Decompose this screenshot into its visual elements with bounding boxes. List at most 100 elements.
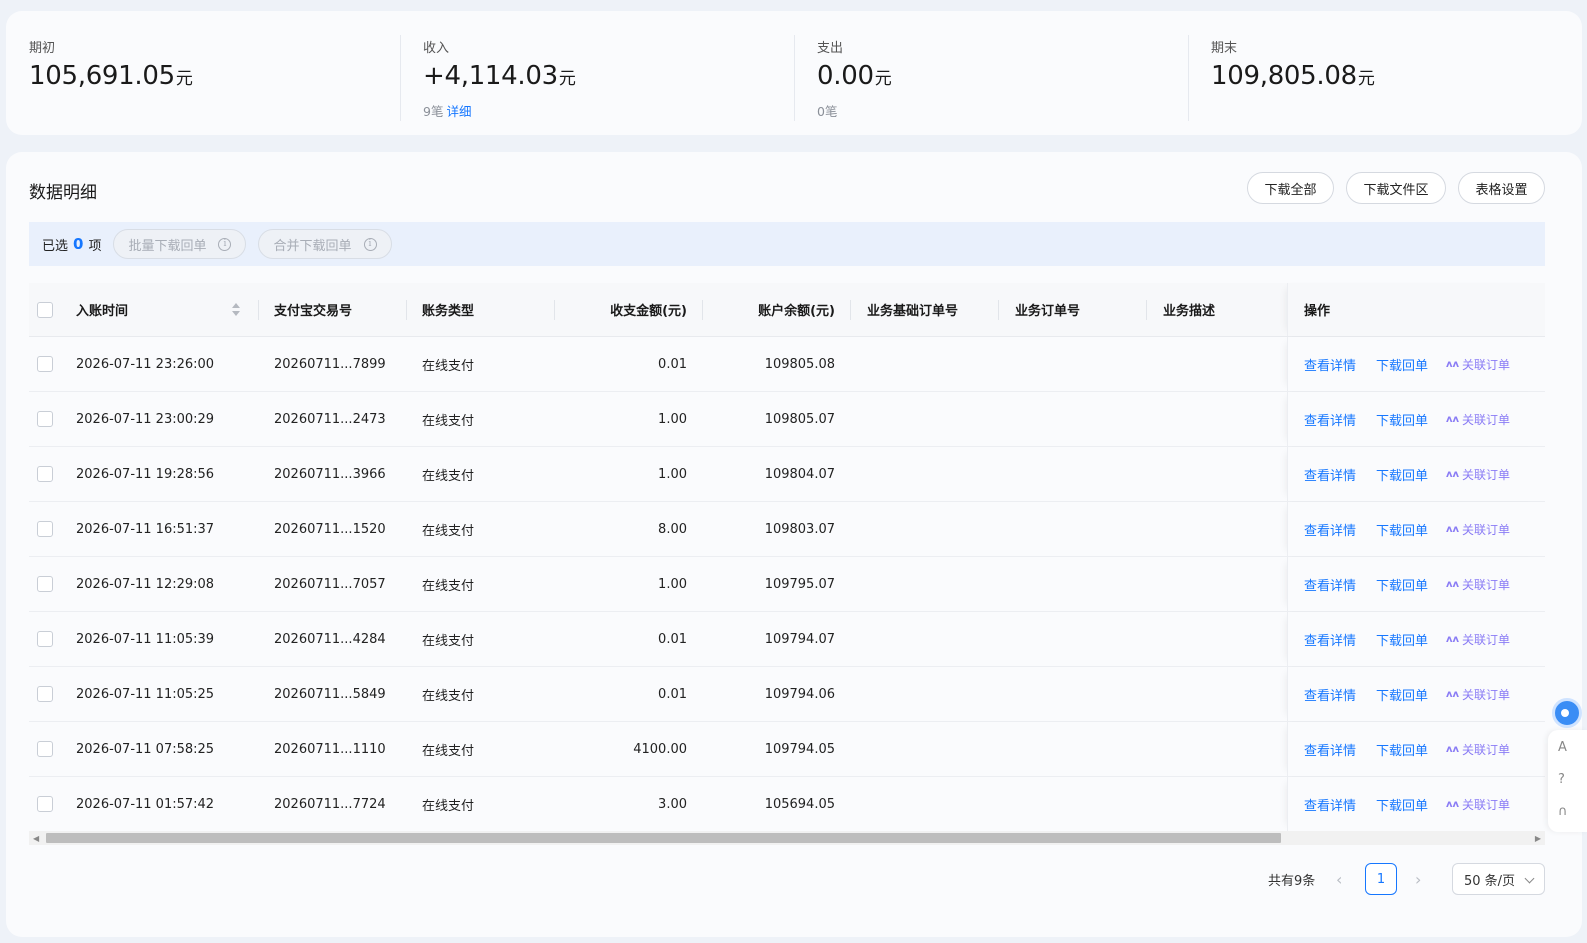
row-checkbox[interactable]	[37, 631, 53, 647]
download-receipt-link[interactable]: 下载回单	[1376, 337, 1428, 391]
scrollbar-thumb[interactable]	[46, 833, 1281, 843]
cell-time: 2026-07-11 16:51:37	[76, 521, 215, 537]
download-area-button[interactable]: 下载文件区	[1346, 172, 1446, 204]
stat-amount: 109,805.08元	[1211, 61, 1375, 91]
link-order-link[interactable]: ʌʌ 关联订单	[1446, 447, 1510, 501]
ai-icon[interactable]: A	[1558, 740, 1567, 755]
stat-label: 收入	[423, 41, 450, 56]
link-order-link[interactable]: ʌʌ 关联订单	[1446, 777, 1510, 831]
link-order-link[interactable]: ʌʌ 关联订单	[1446, 557, 1510, 611]
horizontal-scrollbar[interactable]: ◀ ▶	[29, 831, 1545, 845]
floating-assistant[interactable]: A ? ∩	[1548, 692, 1587, 832]
cell-trade-no: 20260711...5849	[274, 686, 386, 702]
info-icon: i	[218, 237, 232, 251]
view-detail-link[interactable]: 查看详情	[1304, 557, 1356, 611]
select-all-checkbox[interactable]	[37, 301, 53, 318]
chevron-down-icon	[1524, 873, 1535, 884]
cell-trade-no: 20260711...4284	[274, 631, 386, 647]
link-order-link[interactable]: ʌʌ 关联订单	[1446, 337, 1510, 391]
view-detail-link[interactable]: 查看详情	[1304, 722, 1356, 776]
stat-closing: 期末 109,805.08元	[1188, 11, 1582, 135]
scroll-left-icon[interactable]: ◀	[33, 834, 39, 843]
cell-balance: 109805.07	[764, 411, 835, 427]
table-header-row: 入账时间 支付宝交易号 账务类型 收支金额(元) 账户余额(元) 业务基础订单号…	[29, 283, 1545, 337]
sort-icon[interactable]	[231, 303, 241, 317]
page-size-select[interactable]: 50 条/页	[1452, 863, 1545, 895]
column-divider	[1146, 300, 1147, 320]
row-checkbox[interactable]	[37, 686, 53, 702]
download-receipt-link[interactable]: 下载回单	[1376, 612, 1428, 666]
ai-sparkle-icon: ʌʌ	[1446, 358, 1460, 370]
row-checkbox[interactable]	[37, 521, 53, 537]
ai-sparkle-icon: ʌʌ	[1446, 523, 1460, 535]
cell-trade-no: 20260711...7724	[274, 796, 386, 812]
download-receipt-link[interactable]: 下载回单	[1376, 447, 1428, 501]
selection-bar: 已选 0 项 批量下载回单 i 合并下载回单 i	[29, 222, 1545, 266]
cell-trade-no: 20260711...7057	[274, 576, 386, 592]
batch-download-button[interactable]: 批量下载回单 i	[113, 229, 247, 259]
header-base-order: 业务基础订单号	[867, 304, 959, 319]
cell-balance: 109794.05	[764, 741, 835, 757]
row-ops: 查看详情 下载回单 ʌʌ 关联订单	[1287, 447, 1545, 501]
header-desc: 业务描述	[1163, 304, 1216, 319]
cell-type: 在线支付	[422, 743, 475, 759]
view-detail-link[interactable]: 查看详情	[1304, 392, 1356, 446]
header-trade-no: 支付宝交易号	[274, 304, 353, 319]
cell-balance: 109795.07	[764, 576, 835, 592]
assistant-bot-icon[interactable]	[1552, 698, 1582, 728]
cell-trade-no: 20260711...3966	[274, 466, 386, 482]
cell-trade-no: 20260711...7899	[274, 356, 386, 372]
view-detail-link[interactable]: 查看详情	[1304, 502, 1356, 556]
cell-type: 在线支付	[422, 688, 475, 704]
row-ops: 查看详情 下载回单 ʌʌ 关联订单	[1287, 337, 1545, 391]
page-number-button[interactable]: 1	[1365, 863, 1397, 895]
link-order-link[interactable]: ʌʌ 关联订单	[1446, 667, 1510, 721]
download-all-button[interactable]: 下载全部	[1247, 172, 1334, 204]
cell-trade-no: 20260711...1520	[274, 521, 386, 537]
table-row: 2026-07-11 16:51:37 20260711...1520 在线支付 8.…	[29, 502, 1545, 557]
link-order-link[interactable]: ʌʌ 关联订单	[1446, 722, 1510, 776]
link-order-link[interactable]: ʌʌ 关联订单	[1446, 612, 1510, 666]
selection-suffix: 项	[88, 238, 102, 254]
view-detail-link[interactable]: 查看详情	[1304, 337, 1356, 391]
view-detail-link[interactable]: 查看详情	[1304, 667, 1356, 721]
row-checkbox[interactable]	[37, 576, 53, 592]
merge-download-button[interactable]: 合并下载回单 i	[258, 229, 392, 259]
income-detail-link[interactable]: 详细	[446, 104, 471, 119]
view-detail-link[interactable]: 查看详情	[1304, 447, 1356, 501]
download-receipt-link[interactable]: 下载回单	[1376, 777, 1428, 831]
download-receipt-link[interactable]: 下载回单	[1376, 392, 1428, 446]
cell-amount: 1.00	[658, 576, 687, 592]
link-order-link[interactable]: ʌʌ 关联订单	[1446, 502, 1510, 556]
view-detail-link[interactable]: 查看详情	[1304, 777, 1356, 831]
selection-count: 0	[73, 235, 84, 253]
cell-balance: 105694.05	[764, 796, 835, 812]
table-body: 2026-07-11 23:26:00 20260711...7899 在线支付 0.…	[29, 337, 1545, 832]
link-order-link[interactable]: ʌʌ 关联订单	[1446, 392, 1510, 446]
scroll-right-icon[interactable]: ▶	[1535, 834, 1541, 843]
view-detail-link[interactable]: 查看详情	[1304, 612, 1356, 666]
cell-type: 在线支付	[422, 358, 475, 374]
headset-icon[interactable]: ∩	[1558, 804, 1568, 819]
row-checkbox[interactable]	[37, 796, 53, 812]
cell-balance: 109803.07	[764, 521, 835, 537]
row-checkbox[interactable]	[37, 411, 53, 427]
row-checkbox[interactable]	[37, 356, 53, 372]
download-receipt-link[interactable]: 下载回单	[1376, 667, 1428, 721]
next-page-icon[interactable]: ›	[1415, 863, 1421, 895]
help-icon[interactable]: ?	[1558, 772, 1565, 787]
stat-label: 期末	[1211, 41, 1238, 56]
cell-trade-no: 20260711...2473	[274, 411, 386, 427]
row-checkbox[interactable]	[37, 466, 53, 482]
prev-page-icon[interactable]: ‹	[1336, 863, 1342, 895]
table-settings-button[interactable]: 表格设置	[1458, 172, 1545, 204]
ai-sparkle-icon: ʌʌ	[1446, 743, 1460, 755]
download-receipt-link[interactable]: 下载回单	[1376, 502, 1428, 556]
header-order: 业务订单号	[1015, 304, 1081, 319]
row-ops: 查看详情 下载回单 ʌʌ 关联订单	[1287, 722, 1545, 776]
ai-sparkle-icon: ʌʌ	[1446, 578, 1460, 590]
ai-sparkle-icon: ʌʌ	[1446, 798, 1460, 810]
download-receipt-link[interactable]: 下载回单	[1376, 722, 1428, 776]
download-receipt-link[interactable]: 下载回单	[1376, 557, 1428, 611]
row-checkbox[interactable]	[37, 741, 53, 757]
